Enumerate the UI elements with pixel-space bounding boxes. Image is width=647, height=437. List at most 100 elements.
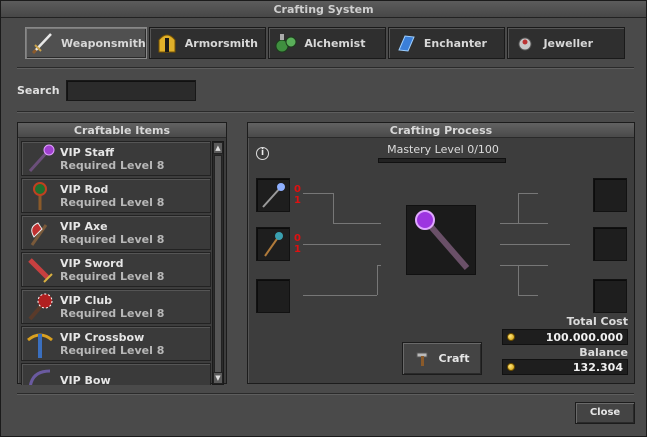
tab-label: Enchanter — [423, 36, 487, 50]
tab-bar: Weaponsmith Armorsmith Alchemist Enchant… — [25, 27, 626, 59]
list-item-vip-bow[interactable]: VIP Bow — [21, 363, 211, 385]
item-name: VIP Bow — [60, 374, 111, 385]
balance-value: 132.304 — [572, 360, 623, 374]
total-cost-label: Total Cost — [566, 315, 628, 328]
list-item-vip-staff[interactable]: VIP Staff Required Level 8 — [21, 141, 211, 176]
connector — [500, 223, 548, 224]
connector — [518, 295, 538, 296]
item-requirement: Required Level 8 — [60, 195, 165, 209]
list-item-vip-club[interactable]: VIP Club Required Level 8 — [21, 289, 211, 324]
ingredient-have: 0 — [294, 184, 301, 195]
ingredient-slot[interactable] — [256, 279, 290, 313]
tab-enchanter[interactable]: Enchanter — [387, 27, 506, 59]
output-slot[interactable] — [593, 279, 627, 313]
item-requirement: Required Level 8 — [60, 158, 165, 172]
sword-icon — [30, 30, 56, 56]
item-name: VIP Staff — [60, 145, 115, 159]
connector — [377, 265, 381, 266]
connector — [333, 193, 334, 223]
mastery-label: Mastery Level 0/100 — [387, 143, 499, 156]
divider — [17, 111, 634, 113]
connector — [500, 265, 548, 266]
scroll-thumb[interactable] — [214, 155, 222, 373]
connector — [500, 244, 570, 245]
rod-icon — [33, 181, 47, 210]
ingredient-slot[interactable] — [256, 178, 290, 212]
mastery-progress-bar — [378, 158, 506, 163]
ingredient-need: 1 — [294, 195, 301, 206]
item-name: VIP Crossbow — [60, 330, 145, 344]
crafting-process-title: Crafting Process — [248, 123, 634, 138]
tab-label: Armorsmith — [184, 36, 259, 50]
output-slot[interactable] — [593, 178, 627, 212]
ingredient-slot[interactable] — [256, 227, 290, 261]
balance-label: Balance — [579, 346, 628, 359]
material-icon-1 — [262, 183, 285, 208]
tab-label: Alchemist — [304, 36, 366, 50]
close-button[interactable]: Close — [575, 402, 635, 424]
axe-icon — [30, 221, 48, 246]
tab-label: Weaponsmith — [61, 36, 146, 50]
craftable-items-title: Craftable Items — [18, 123, 226, 138]
window-title: Crafting System — [1, 1, 646, 18]
crystal-icon — [393, 30, 419, 56]
list-scrollbar[interactable]: ▲ ▼ — [212, 141, 224, 385]
gem-icon — [512, 30, 538, 56]
divider — [17, 67, 634, 69]
item-name: VIP Axe — [60, 219, 108, 233]
tab-alchemist[interactable]: Alchemist — [268, 27, 386, 59]
scroll-down-icon[interactable]: ▼ — [213, 372, 223, 384]
ingredient-have: 0 — [294, 233, 301, 244]
connector — [303, 295, 377, 296]
sword-icon — [28, 257, 53, 283]
item-name: VIP Rod — [60, 182, 109, 196]
list-item-vip-crossbow[interactable]: VIP Crossbow Required Level 8 — [21, 326, 211, 361]
scroll-up-icon[interactable]: ▲ — [213, 142, 223, 154]
tab-jeweller[interactable]: Jeweller — [507, 27, 626, 59]
result-slot[interactable] — [406, 205, 476, 275]
item-requirement: Required Level 8 — [60, 269, 165, 283]
item-name: VIP Club — [60, 293, 113, 307]
coin-icon — [507, 363, 515, 371]
divider — [17, 393, 634, 395]
crossbow-icon — [27, 333, 53, 358]
craftable-items-panel: Craftable Items VIP Staff Required Level … — [17, 122, 227, 385]
helmet-icon — [154, 30, 180, 56]
list-item-vip-axe[interactable]: VIP Axe Required Level 8 — [21, 215, 211, 250]
connector — [333, 223, 381, 224]
item-name: VIP Sword — [60, 256, 124, 270]
craft-button[interactable]: Craft — [402, 342, 482, 375]
list-item-vip-rod[interactable]: VIP Rod Required Level 8 — [21, 178, 211, 213]
ingredient-need: 1 — [294, 244, 301, 255]
total-cost-field: 100.000.000 — [502, 329, 628, 345]
material-icon-2 — [264, 232, 283, 257]
item-requirement: Required Level 8 — [60, 343, 165, 357]
connector — [377, 265, 378, 295]
list-item-vip-sword[interactable]: VIP Sword Required Level 8 — [21, 252, 211, 287]
craftable-list: VIP Staff Required Level 8 VIP Rod Require… — [21, 141, 211, 385]
connector — [303, 244, 381, 245]
tab-label: Jeweller — [543, 36, 594, 50]
connector — [518, 265, 519, 295]
club-icon — [28, 293, 53, 320]
connector — [518, 193, 519, 223]
output-slot[interactable] — [593, 227, 627, 261]
crafting-window: Crafting System Weaponsmith Armorsmith A… — [0, 0, 647, 437]
search-input[interactable] — [66, 80, 196, 101]
tab-armorsmith[interactable]: Armorsmith — [148, 27, 267, 59]
tab-weaponsmith[interactable]: Weaponsmith — [25, 27, 147, 59]
info-icon[interactable]: i — [256, 147, 269, 160]
connector — [303, 193, 333, 194]
craft-label: Craft — [438, 352, 470, 365]
staff-icon — [415, 210, 470, 270]
balance-field: 132.304 — [502, 359, 628, 375]
bow-icon — [28, 369, 51, 385]
potion-icon — [273, 30, 299, 56]
connector — [518, 193, 538, 194]
total-cost-value: 100.000.000 — [545, 330, 623, 344]
hammer-icon — [416, 352, 428, 366]
staff-icon — [28, 144, 55, 172]
coin-icon — [507, 333, 515, 341]
item-requirement: Required Level 8 — [60, 232, 165, 246]
search-label: Search — [17, 84, 60, 97]
